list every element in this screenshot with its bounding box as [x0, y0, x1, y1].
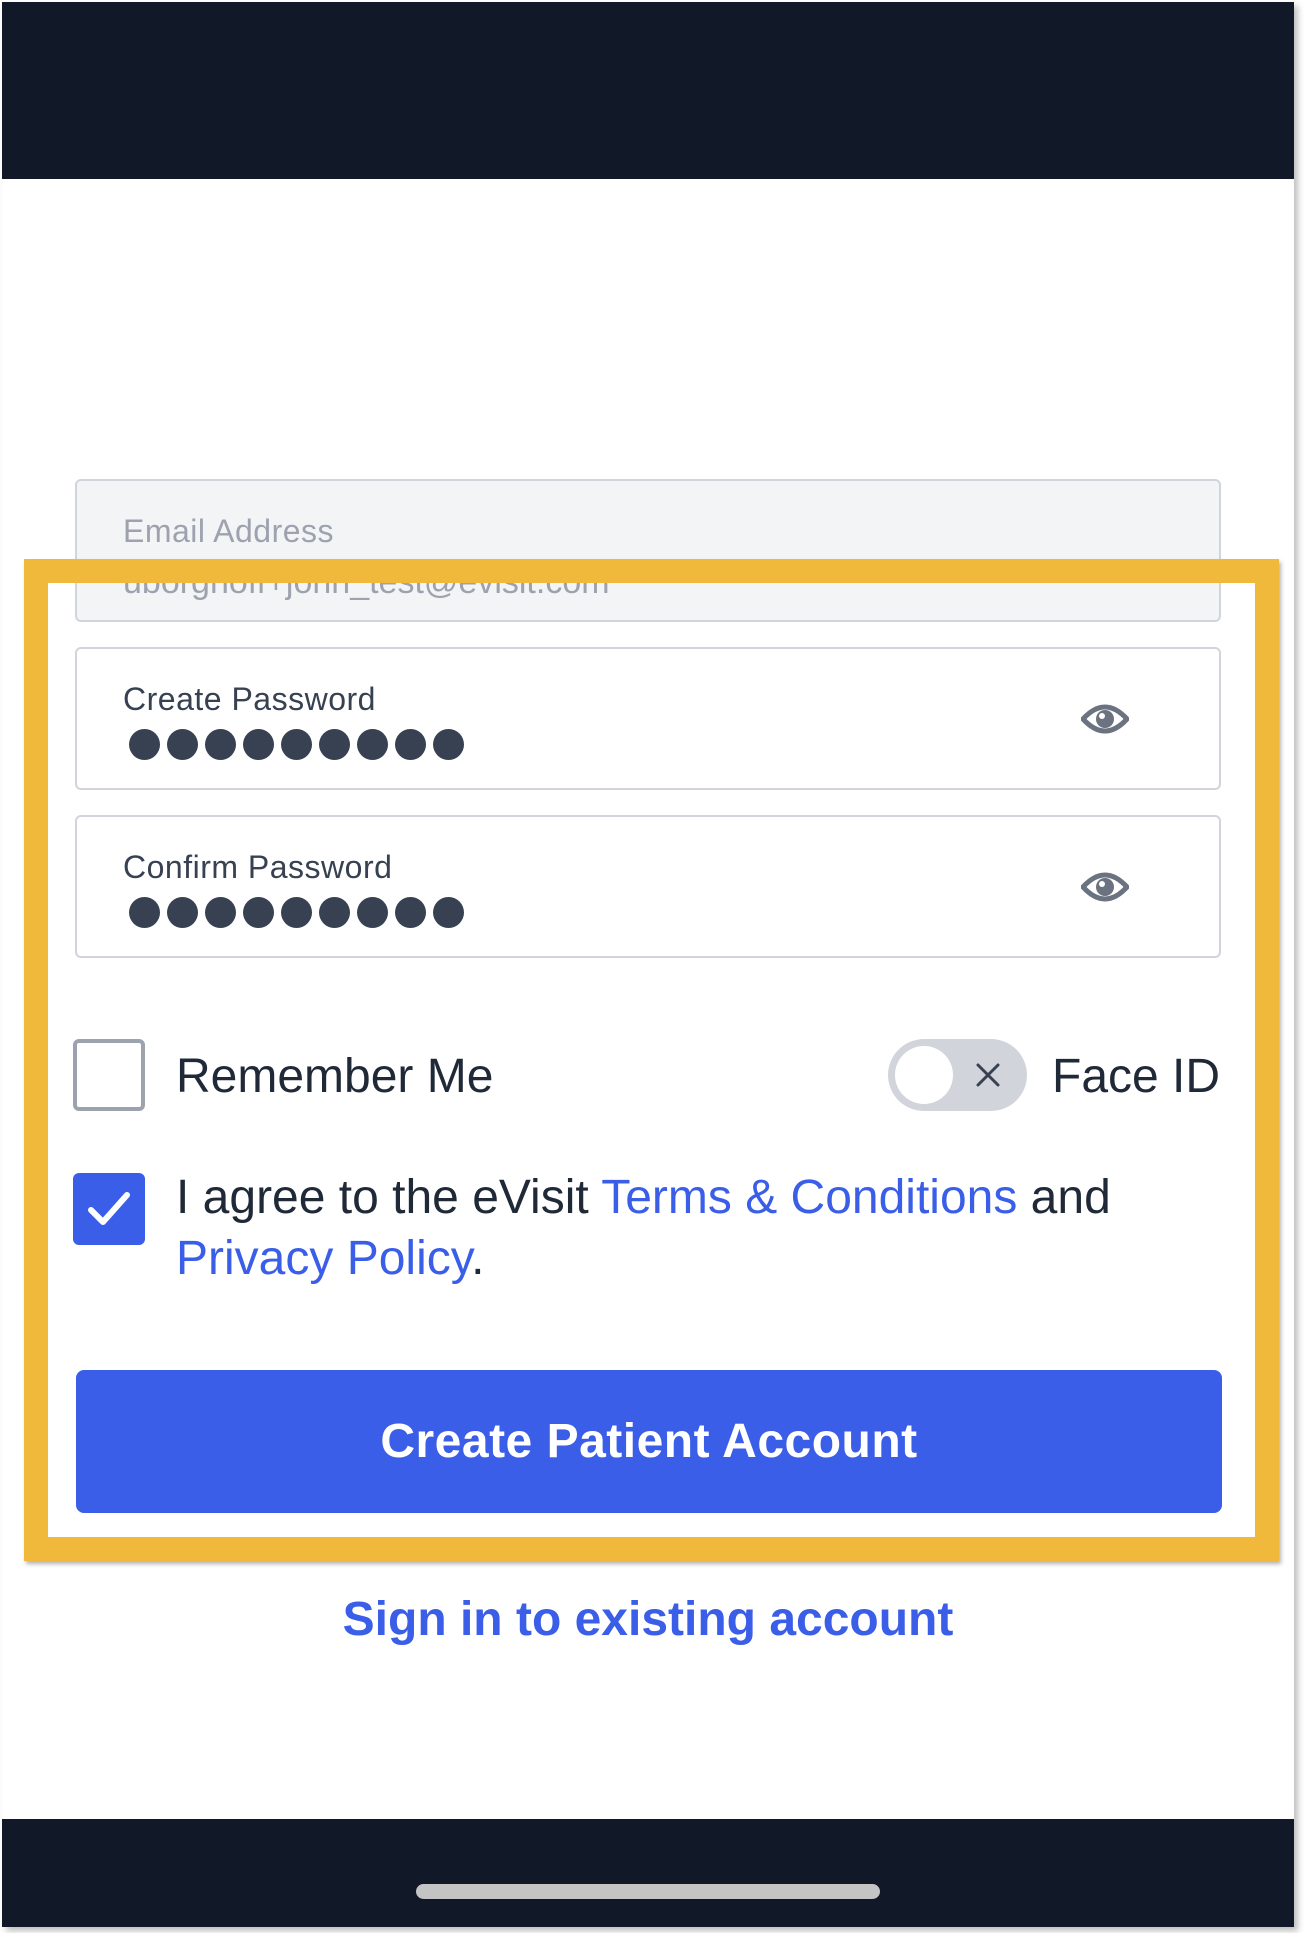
email-value: uborghoff+john_test@evisit.com: [123, 563, 610, 601]
agreement-text-after: .: [471, 1232, 485, 1285]
password-dot: [433, 897, 464, 928]
close-icon: [976, 1063, 1000, 1087]
password-dot: [243, 729, 274, 760]
agree-terms-checkbox[interactable]: [73, 1173, 145, 1245]
password-dot: [281, 897, 312, 928]
create-password-field[interactable]: Create Password: [75, 647, 1221, 790]
password-dot: [167, 729, 198, 760]
checkmark-icon: [88, 1192, 130, 1225]
confirm-password-field[interactable]: Confirm Password: [75, 815, 1221, 958]
create-password-label: Create Password: [123, 681, 376, 717]
eye-icon[interactable]: [1081, 699, 1129, 739]
navigation-bar: [2, 1819, 1294, 1927]
password-dot: [205, 897, 236, 928]
password-dot: [357, 729, 388, 760]
password-dot: [357, 897, 388, 928]
password-dot: [395, 729, 426, 760]
email-field[interactable]: Email Address uborghoff+john_test@evisit…: [75, 479, 1221, 622]
sign-in-link[interactable]: Sign in to existing account: [2, 1592, 1294, 1647]
terms-conditions-link[interactable]: Terms & Conditions: [601, 1171, 1017, 1224]
agreement-text-middle: and: [1017, 1171, 1111, 1224]
remember-me-label: Remember Me: [176, 1050, 494, 1103]
password-dot: [167, 897, 198, 928]
password-dot: [395, 897, 426, 928]
password-dot: [319, 729, 350, 760]
password-dot: [243, 897, 274, 928]
password-dot: [205, 729, 236, 760]
home-indicator[interactable]: [416, 1884, 880, 1899]
password-dot: [281, 729, 312, 760]
password-dot: [433, 729, 464, 760]
confirm-password-label: Confirm Password: [123, 849, 393, 885]
agreement-text: I agree to the eVisit Terms & Conditions…: [176, 1167, 1236, 1289]
email-label: Email Address: [123, 513, 335, 549]
password-dot: [129, 729, 160, 760]
create-patient-account-button[interactable]: Create Patient Account: [76, 1370, 1222, 1513]
phone-screen: Email Address uborghoff+john_test@evisit…: [2, 2, 1294, 1927]
create-password-mask: [129, 729, 464, 760]
status-bar: [2, 2, 1294, 179]
password-dot: [129, 897, 160, 928]
face-id-label: Face ID: [1052, 1050, 1221, 1103]
privacy-policy-link[interactable]: Privacy Policy: [176, 1232, 471, 1285]
face-id-toggle[interactable]: [888, 1039, 1027, 1111]
eye-icon[interactable]: [1081, 867, 1129, 907]
toggle-knob: [895, 1046, 953, 1104]
agreement-text-before: I agree to the eVisit: [176, 1171, 602, 1224]
remember-me-checkbox[interactable]: [73, 1039, 145, 1111]
confirm-password-mask: [129, 897, 464, 928]
password-dot: [319, 897, 350, 928]
